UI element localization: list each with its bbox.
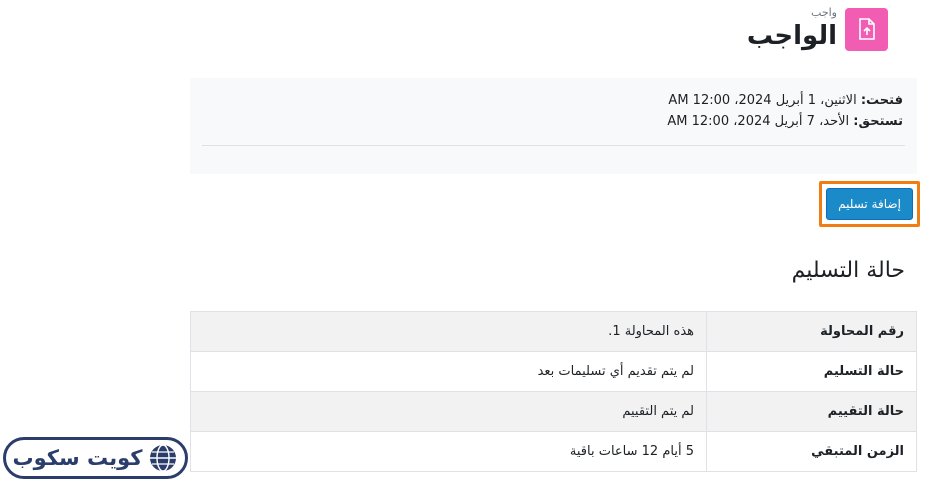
globe-icon [150,444,177,472]
activity-dates: فتحت: الاثنين، 1 أبريل 2024، 12:00 AM تس… [190,78,917,174]
row-label: حالة التسليم [706,351,917,392]
page-title: الواجب [746,21,837,51]
table-row: حالة التقييم لم يتم التقييم [190,391,917,432]
row-value: لم يتم تقديم أي تسليمات بعد [190,351,707,392]
row-label: رقم المحاولة [706,311,917,352]
table-row: الزمن المتبقي 5 أيام 12 ساعات باقية [190,431,917,472]
watermark-text: كويت سكوب [12,446,143,470]
due-label: تستحق: [853,114,903,129]
activity-type-label: واجب [811,6,837,19]
row-value: 5 أيام 12 ساعات باقية [190,431,707,472]
file-upload-icon [858,18,875,40]
row-value: لم يتم التقييم [190,391,707,432]
assignment-upload-icon [845,7,888,51]
dates-divider [202,145,905,146]
add-submission-highlight: إضافة تسليم [819,181,920,227]
submission-status-heading: حالة التسليم [791,258,905,283]
opened-label: فتحت: [860,93,903,108]
row-label: حالة التقييم [706,391,917,432]
due-value: الأحد، 7 أبريل 2024، 12:00 AM [667,114,850,129]
row-value: هذه المحاولة 1. [190,311,707,352]
opened-date: فتحت: الاثنين، 1 أبريل 2024، 12:00 AM [668,93,903,108]
table-row: حالة التسليم لم يتم تقديم أي تسليمات بعد [190,351,917,392]
opened-value: الاثنين، 1 أبريل 2024، 12:00 AM [668,93,857,108]
due-date: تستحق: الأحد، 7 أبريل 2024، 12:00 AM [667,114,903,129]
submission-status-table: رقم المحاولة هذه المحاولة 1. حالة التسلي… [190,311,917,472]
watermark-logo: كويت سكوب [3,437,188,479]
table-row: رقم المحاولة هذه المحاولة 1. [190,311,917,352]
add-submission-button[interactable]: إضافة تسليم [826,188,913,220]
header-text: واجب الواجب [747,6,837,52]
page-header: واجب الواجب [747,6,888,52]
row-label: الزمن المتبقي [706,431,917,472]
